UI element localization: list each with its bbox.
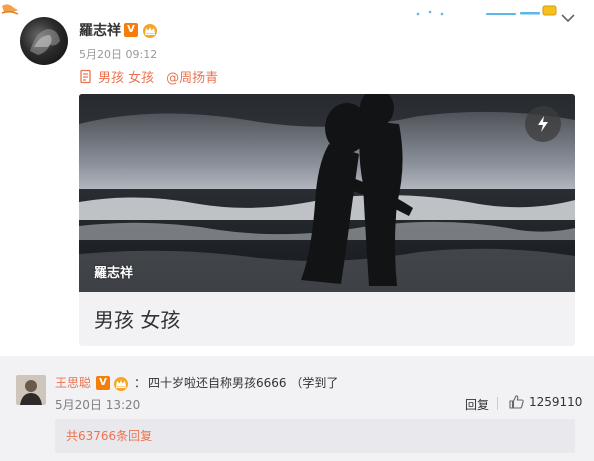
like-count: 1259110 [529,394,583,409]
post-timestamp[interactable]: 5月20日 09:12 [79,46,157,62]
card-image [79,94,575,292]
comment-author[interactable]: 王思聪 [55,374,91,391]
crown-icon [143,24,157,38]
action-divider [497,397,498,410]
view-replies-link[interactable]: 共63766条回复 [55,419,575,453]
link-card[interactable]: 羅志祥 男孩 女孩 [79,94,575,346]
comment-section: 王思聪 V ： 四十岁啦还自称男孩6666 （学到了 5月20日 13:20 回… [0,356,594,461]
mention-link[interactable]: @周扬青 [166,67,218,86]
like-button[interactable]: 1259110 [509,394,582,409]
verified-badge: V [96,375,111,390]
reply-button[interactable]: 回复 [465,396,489,413]
like-icon [509,395,524,409]
topic-icon [80,69,91,84]
author-avatar[interactable] [20,17,68,65]
comment-colon: ： [134,376,147,390]
crown-icon [114,376,129,391]
weibo-post: 羅志祥 V 5月20日 09:12 男孩 女孩 @周扬青 羅志祥 男孩 女孩 [0,0,594,352]
commenter-avatar[interactable] [16,375,46,405]
card-watermark: 羅志祥 [94,266,134,281]
card-title: 男孩 女孩 [94,308,181,332]
avatar-image [30,29,60,55]
verified-badge: V [124,23,138,37]
author-name[interactable]: 羅志祥 [79,20,121,40]
flash-button[interactable] [525,106,561,142]
topic-link[interactable]: 男孩 女孩 [98,67,154,86]
flash-icon [538,116,548,132]
commenter-avatar-image [16,375,46,405]
comment-text: 四十岁啦还自称男孩6666 （学到了 [148,376,339,390]
comment-timestamp: 5月20日 13:20 [55,398,141,412]
